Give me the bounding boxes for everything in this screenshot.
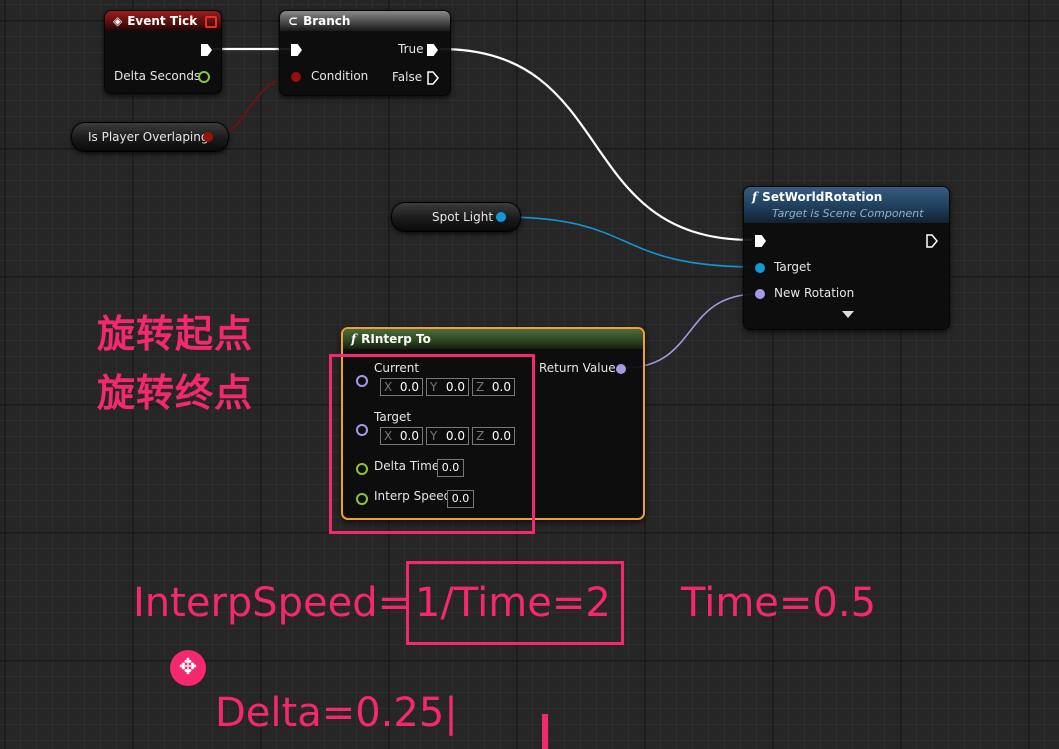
annotation-rotation-end: 旋转终点 <box>97 371 254 415</box>
text-caret-marker <box>542 714 548 749</box>
target-label: Target <box>774 260 812 274</box>
annotation-delta: Delta=0.25| <box>215 690 458 736</box>
annotation-interp-speed-prefix: InterpSpeed= <box>133 580 412 626</box>
branch-true-label: True <box>398 42 424 56</box>
move-cursor-icon: ✥ <box>170 650 206 686</box>
branch-false-label: False <box>392 70 423 84</box>
object-wire-spotlight-to-target <box>502 216 759 268</box>
function-f-icon: f <box>752 190 758 204</box>
is-player-overlaping-node[interactable]: Is Player Overlaping <box>71 122 229 152</box>
event-tick-header[interactable]: ◈ Event Tick <box>105 11 221 31</box>
set-world-rotation-exec-out-pin[interactable] <box>926 234 938 248</box>
condition-pin[interactable] <box>291 72 301 82</box>
set-world-rotation-title: SetWorldRotation <box>762 190 883 204</box>
set-world-rotation-node[interactable]: f SetWorldRotation Target is Scene Compon… <box>743 186 950 330</box>
branch-node[interactable]: ⊂ Branch True Condition False <box>279 10 451 96</box>
expand-arrow-icon[interactable] <box>842 311 854 318</box>
branch-icon: ⊂ <box>288 14 299 28</box>
set-world-rotation-exec-in-pin[interactable] <box>755 235 766 247</box>
target-pin[interactable] <box>755 263 765 273</box>
branch-header[interactable]: ⊂ Branch <box>280 11 450 31</box>
branch-title: Branch <box>303 14 351 28</box>
delta-seconds-label: Delta Seconds <box>114 69 201 83</box>
event-tick-node[interactable]: ◈ Event Tick Delta Seconds <box>104 10 222 94</box>
rinterp-to-header[interactable]: f RInterp To <box>343 329 643 349</box>
spot-light-label: Spot Light <box>432 210 494 224</box>
event-diamond-icon: ◈ <box>113 14 123 28</box>
branch-false-pin[interactable] <box>427 71 439 85</box>
annotation-time: Time=0.5 <box>681 580 877 626</box>
rinterp-to-title: RInterp To <box>361 332 431 346</box>
delta-seconds-pin[interactable] <box>198 71 210 83</box>
return-value-label: Return Value <box>539 361 616 375</box>
return-value-pin[interactable] <box>616 364 626 374</box>
new-rotation-label: New Rotation <box>774 286 855 300</box>
annotation-interp-speed-formula: 1/Time=2 <box>415 580 611 626</box>
event-delegate-pin[interactable] <box>205 16 217 28</box>
annotation-highlight-inputs <box>329 354 535 534</box>
function-f-icon: f <box>351 332 357 346</box>
spot-light-pin[interactable] <box>496 212 506 222</box>
is-player-overlaping-pin[interactable] <box>203 132 213 142</box>
new-rotation-pin[interactable] <box>755 289 765 299</box>
condition-label: Condition <box>311 69 369 83</box>
set-world-rotation-subtitle: Target is Scene Component <box>772 207 924 220</box>
annotation-rotation-start: 旋转起点 <box>97 312 254 356</box>
event-tick-exec-out-pin[interactable] <box>201 44 212 56</box>
branch-exec-in-pin[interactable] <box>291 44 302 56</box>
branch-true-pin[interactable] <box>427 44 438 56</box>
spot-light-node[interactable]: Spot Light <box>391 202 521 232</box>
event-tick-title: Event Tick <box>127 14 198 28</box>
is-player-overlaping-label: Is Player Overlaping <box>88 130 209 144</box>
set-world-rotation-header[interactable]: f SetWorldRotation Target is Scene Compon… <box>744 187 949 223</box>
